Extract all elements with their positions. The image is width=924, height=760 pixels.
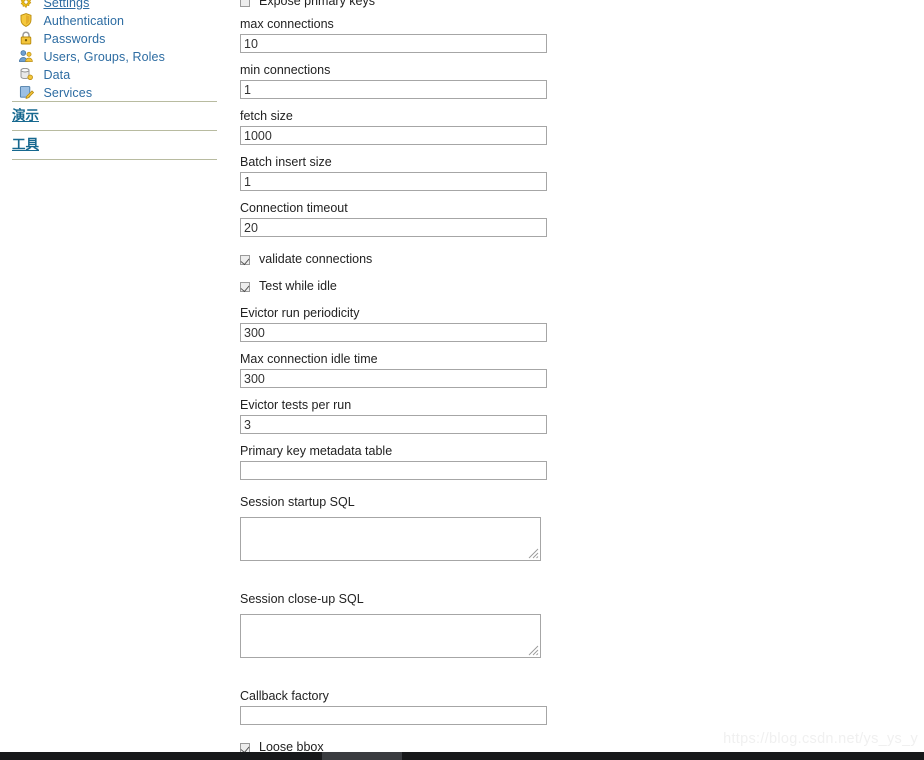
input-max-connections[interactable]	[240, 34, 547, 53]
input-evictor-run-periodicity[interactable]	[240, 323, 547, 342]
input-callback-factory[interactable]	[240, 706, 547, 725]
gear-icon	[18, 0, 34, 10]
sidebar-item-label: Passwords	[43, 32, 106, 46]
label-connection-timeout: Connection timeout	[240, 201, 348, 215]
sidebar: Settings Authentication Passwords Users,…	[0, 0, 232, 760]
checkbox-row-expose-primary-keys[interactable]: Expose primary keys	[240, 0, 840, 10]
label-evictor-tests-per-run: Evictor tests per run	[240, 398, 352, 412]
textarea-session-startup-sql[interactable]	[240, 517, 541, 561]
textarea-session-close-up-sql[interactable]	[240, 614, 541, 658]
page-root: Settings Authentication Passwords Users,…	[0, 0, 924, 760]
sidebar-item-users-groups-roles[interactable]: Users, Groups, Roles	[0, 48, 232, 66]
checkbox-loose-bbox[interactable]	[240, 742, 250, 753]
bottom-chrome-bar	[0, 752, 924, 760]
textarea-wrap-session-startup-sql	[240, 517, 541, 561]
checkbox-row-validate-connections[interactable]: validate connections	[240, 251, 840, 268]
checkbox-row-test-while-idle[interactable]: Test while idle	[240, 278, 840, 295]
input-batch-insert-size[interactable]	[240, 172, 547, 191]
services-icon	[18, 84, 34, 100]
label-session-close-up-sql: Session close-up SQL	[240, 592, 364, 606]
label-session-startup-sql: Session startup SQL	[240, 495, 355, 509]
textarea-wrap-session-close-up-sql	[240, 614, 541, 658]
input-primary-key-metadata-table[interactable]	[240, 461, 547, 480]
sidebar-item-passwords[interactable]: Passwords	[0, 30, 232, 48]
sidebar-section-tools[interactable]: 工具	[0, 131, 232, 159]
label-primary-key-metadata-table: Primary key metadata table	[240, 444, 393, 458]
checkbox-label: Test while idle	[259, 279, 337, 293]
sidebar-item-label: Users, Groups, Roles	[43, 50, 165, 64]
label-callback-factory: Callback factory	[240, 689, 329, 703]
input-connection-timeout[interactable]	[240, 218, 547, 237]
sidebar-separator	[12, 159, 217, 160]
label-fetch-size: fetch size	[240, 109, 293, 123]
input-fetch-size[interactable]	[240, 126, 547, 145]
checkbox-expose-primary-keys[interactable]	[240, 0, 250, 7]
sidebar-nav-list: Settings Authentication Passwords Users,…	[0, 0, 232, 102]
checkbox-validate-connections[interactable]	[240, 254, 250, 265]
checkbox-label: validate connections	[259, 252, 373, 266]
database-icon	[18, 66, 34, 82]
sidebar-item-authentication[interactable]: Authentication	[0, 12, 232, 30]
watermark: https://blog.csdn.net/ys_ys_y	[723, 731, 918, 747]
sidebar-item-label: Authentication	[43, 14, 125, 28]
input-min-connections[interactable]	[240, 80, 547, 99]
sidebar-section-label: 演示	[12, 108, 39, 124]
checkbox-label: Expose primary keys	[259, 0, 376, 8]
sidebar-item-label: Data	[43, 68, 71, 82]
taskbar-chip	[322, 752, 402, 760]
sidebar-section-demo[interactable]: 演示	[0, 102, 232, 130]
checkbox-test-while-idle[interactable]	[240, 281, 250, 292]
input-max-connection-idle-time[interactable]	[240, 369, 547, 388]
lock-icon	[18, 30, 34, 46]
label-max-connections: max connections	[240, 17, 334, 31]
sidebar-section-label: 工具	[12, 137, 39, 153]
users-icon	[18, 48, 34, 64]
label-max-connection-idle-time: Max connection idle time	[240, 352, 378, 366]
sidebar-item-label: Services	[43, 86, 93, 100]
sidebar-item-data[interactable]: Data	[0, 66, 232, 84]
input-evictor-tests-per-run[interactable]	[240, 415, 547, 434]
sidebar-item-settings[interactable]: Settings	[0, 0, 232, 12]
label-batch-insert-size: Batch insert size	[240, 155, 332, 169]
shield-icon	[18, 12, 34, 28]
label-evictor-run-periodicity: Evictor run periodicity	[240, 306, 360, 320]
label-min-connections: min connections	[240, 63, 331, 77]
sidebar-item-services[interactable]: Services	[0, 84, 232, 102]
sidebar-item-label: Settings	[43, 0, 90, 10]
datastore-settings-form: Expose primary keys max connections min …	[232, 0, 924, 760]
